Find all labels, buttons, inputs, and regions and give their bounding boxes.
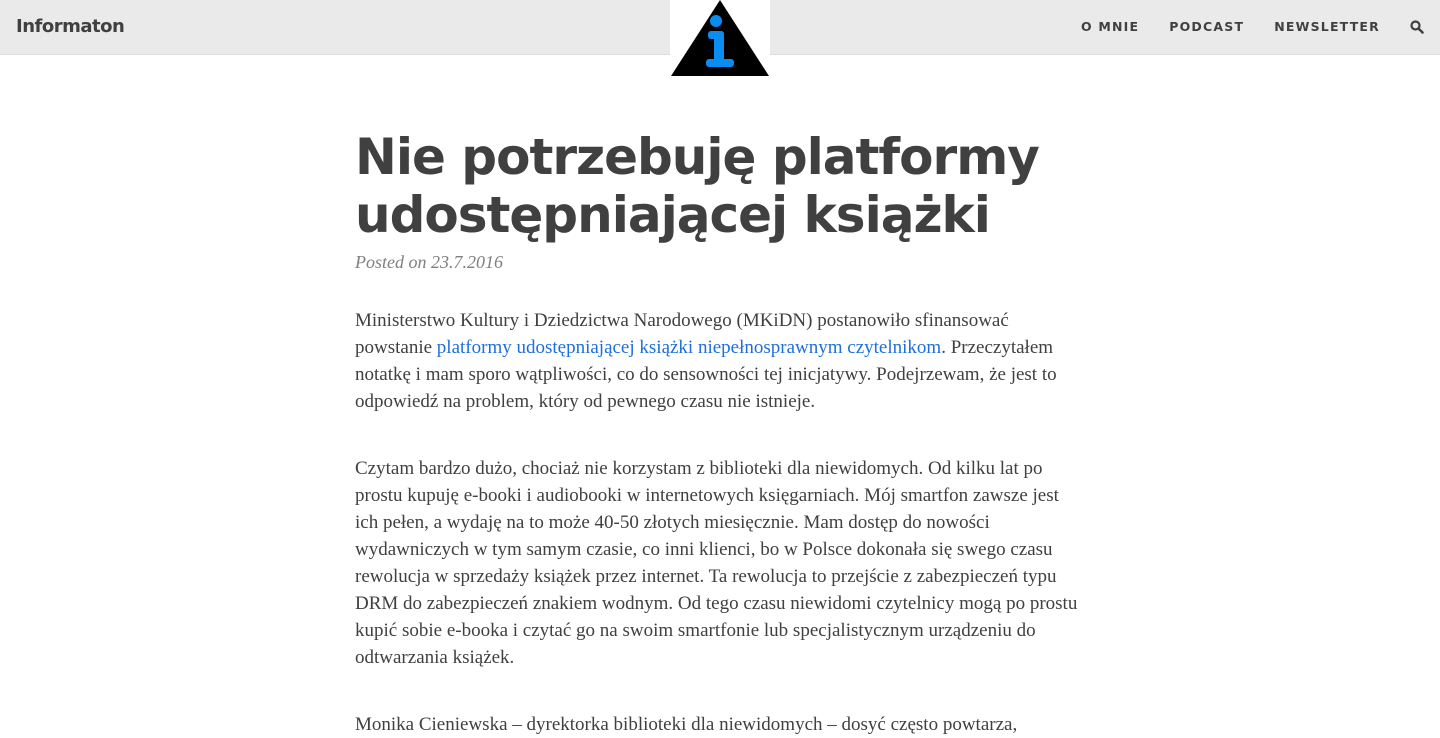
- platform-link[interactable]: platformy udostępniającej książki niepeł…: [437, 337, 941, 358]
- navbar: Informaton O MNIE PODCAST NEWSLETTER: [0, 0, 1440, 76]
- nav-newsletter[interactable]: NEWSLETTER: [1274, 19, 1380, 34]
- post: Nie potrzebuję platformy udostępniającej…: [355, 128, 1085, 738]
- paragraph: Ministerstwo Kultury i Dziedzictwa Narod…: [355, 307, 1085, 415]
- paragraph: Monika Cieniewska – dyrektorka bibliotek…: [355, 714, 1018, 735]
- search-icon[interactable]: [1410, 19, 1424, 34]
- paragraph: Czytam bardzo dużo, chociaż nie korzysta…: [355, 458, 1078, 668]
- post-title: Nie potrzebuję platformy udostępniającej…: [355, 128, 1040, 244]
- nav-o-mnie[interactable]: O MNIE: [1081, 19, 1139, 34]
- site-logo[interactable]: [670, 0, 770, 76]
- brand-link[interactable]: Informaton: [16, 16, 125, 37]
- post-meta: Posted on 23.7.2016: [355, 252, 503, 272]
- info-triangle-icon: [671, 0, 769, 76]
- nav-podcast[interactable]: PODCAST: [1169, 19, 1244, 34]
